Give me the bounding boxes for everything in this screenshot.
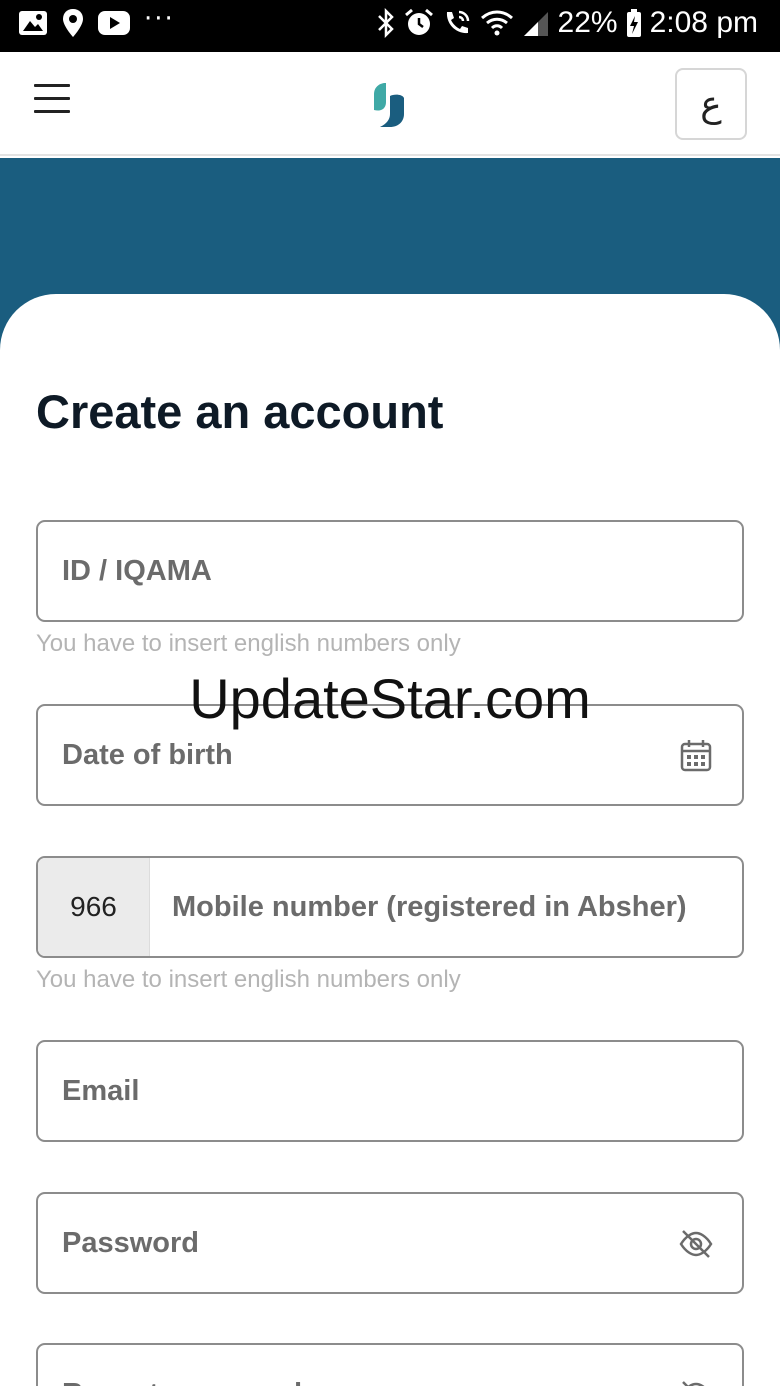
alarm-icon <box>404 8 433 35</box>
language-toggle-button[interactable]: ع <box>675 68 747 140</box>
repeat-password-field[interactable] <box>36 1343 744 1386</box>
repeat-password-input[interactable] <box>38 1345 742 1386</box>
wifi-call-icon <box>446 10 469 34</box>
wifi-icon <box>480 10 513 36</box>
battery-icon <box>626 9 641 37</box>
gallery-icon <box>19 11 47 35</box>
eye-off-icon[interactable] <box>678 1377 714 1386</box>
email-field[interactable] <box>36 1040 744 1142</box>
menu-line <box>34 110 70 113</box>
id-iqama-input[interactable] <box>38 522 742 620</box>
signal-icon <box>523 12 548 36</box>
id-iqama-hint: You have to insert english numbers only <box>36 630 461 657</box>
battery-percent: 22% <box>557 6 618 39</box>
eye-off-icon[interactable] <box>678 1226 714 1262</box>
bluetooth-icon <box>377 8 394 38</box>
youtube-icon <box>98 11 130 35</box>
id-iqama-field[interactable] <box>36 520 744 622</box>
mobile-number-input[interactable] <box>38 858 742 956</box>
menu-line <box>34 84 70 87</box>
app-logo <box>374 83 404 127</box>
email-input[interactable] <box>38 1042 742 1140</box>
status-bar-right: 22% 2:08 pm <box>376 6 758 40</box>
more-icon: ··· <box>144 4 175 34</box>
hamburger-menu-icon[interactable] <box>34 84 70 116</box>
app-header: ع <box>0 52 780 156</box>
clock: 2:08 pm <box>649 6 758 39</box>
calendar-icon[interactable] <box>678 738 714 774</box>
status-bar: ··· 22% 2:08 pm <box>0 0 780 52</box>
mobile-number-field[interactable]: 966 <box>36 856 744 958</box>
status-bar-left: ··· <box>18 4 175 38</box>
mobile-number-hint: You have to insert english numbers only <box>36 966 461 993</box>
page-title: Create an account <box>36 385 444 438</box>
menu-line <box>34 97 70 100</box>
location-icon <box>63 9 83 37</box>
watermark-text: UpdateStar.com <box>189 667 591 730</box>
password-input[interactable] <box>38 1194 742 1292</box>
password-field[interactable] <box>36 1192 744 1294</box>
